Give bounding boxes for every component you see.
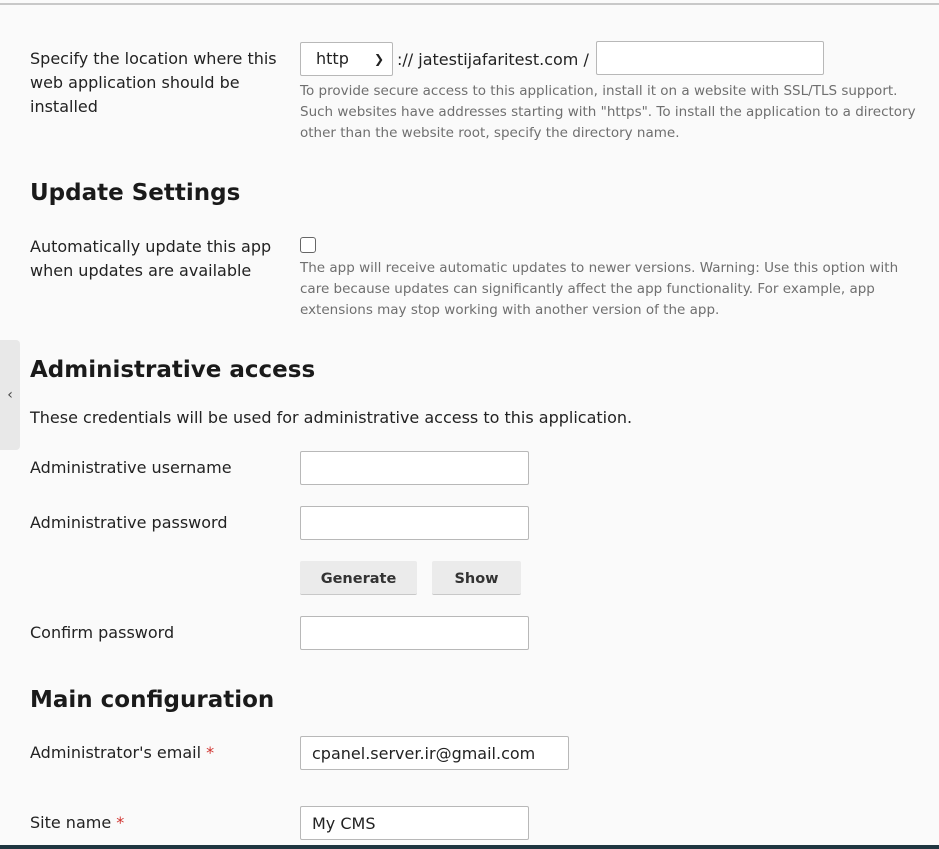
protocol-select[interactable]: http ❯ (300, 42, 393, 76)
chevron-left-icon: ‹ (7, 387, 13, 403)
auto-update-label: Automatically update this app when updat… (30, 237, 272, 280)
chevron-down-icon: ❯ (373, 52, 384, 66)
username-input[interactable] (300, 451, 529, 485)
auto-update-help: The app will receive automatic updates t… (300, 260, 899, 318)
site-name-label: Site name * (30, 811, 290, 835)
email-label: Administrator's email * (30, 741, 290, 765)
sidebar-toggle[interactable]: ‹ (0, 340, 20, 450)
required-mark: * (116, 813, 125, 832)
protocol-value: http (316, 49, 349, 68)
password-label: Administrative password (30, 513, 228, 532)
auto-update-checkbox[interactable] (300, 237, 316, 253)
location-label: Specify the location where this web appl… (30, 49, 277, 116)
username-label: Administrative username (30, 458, 232, 477)
site-name-label-text: Site name (30, 813, 112, 832)
email-input[interactable] (300, 736, 569, 770)
confirm-password-label: Confirm password (30, 623, 175, 642)
main-config-title: Main configuration (30, 687, 275, 713)
site-name-input[interactable] (300, 806, 529, 840)
directory-input[interactable] (596, 41, 824, 75)
generate-button[interactable]: Generate (300, 561, 417, 595)
location-help: To provide secure access to this applica… (300, 83, 916, 141)
domain-text: :// jatestijafaritest.com / (397, 50, 589, 69)
admin-access-description: These credentials will be used for admin… (30, 408, 633, 427)
email-label-text: Administrator's email (30, 743, 202, 762)
confirm-password-input[interactable] (300, 616, 529, 650)
bottom-bar (0, 845, 939, 849)
update-settings-title: Update Settings (30, 180, 241, 206)
show-password-button[interactable]: Show (432, 561, 521, 595)
top-divider (0, 3, 939, 5)
required-mark: * (206, 743, 215, 762)
admin-access-title: Administrative access (30, 357, 316, 383)
password-input[interactable] (300, 506, 529, 540)
